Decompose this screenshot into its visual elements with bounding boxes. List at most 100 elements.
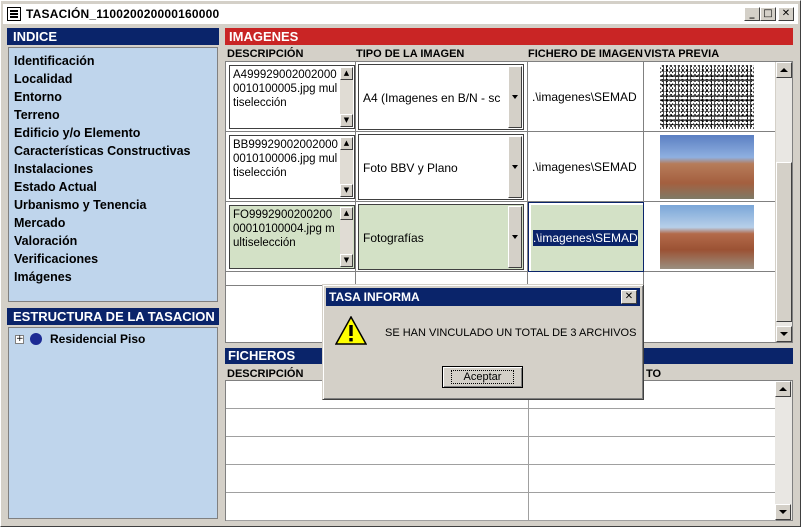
fichero-input[interactable]: .\imagenes\SEMAD bbox=[530, 64, 642, 130]
cell-fichero: .\imagenes\SEMAD bbox=[528, 62, 644, 132]
maximize-button[interactable]: □ bbox=[760, 7, 776, 21]
fichero-input[interactable]: .\imagenes\SEMAD bbox=[530, 134, 642, 200]
column-divider bbox=[528, 493, 529, 521]
indice-header: INDICE bbox=[7, 28, 219, 45]
cell-tipo: Foto BBV y Plano bbox=[356, 132, 528, 202]
col-descripcion: DESCRIPCIÓN bbox=[227, 368, 304, 380]
dialog-title-bar[interactable]: TASA INFORMA ✕ bbox=[326, 288, 640, 306]
aceptar-button[interactable]: Aceptar bbox=[442, 366, 523, 388]
scroll-down-icon[interactable]: ▼ bbox=[340, 254, 353, 267]
indice-item-imagenes[interactable]: Imágenes bbox=[9, 268, 217, 286]
textarea-scrollbar[interactable]: ▲ ▼ bbox=[340, 207, 353, 267]
column-divider bbox=[528, 409, 529, 437]
ficheros-grid bbox=[225, 380, 793, 521]
scroll-up-icon[interactable]: ▲ bbox=[340, 67, 353, 80]
cell-descripcion: BB999290020020000010100006.jpg multisele… bbox=[226, 132, 356, 202]
indice-item-verificaciones[interactable]: Verificaciones bbox=[9, 250, 217, 268]
cell-tipo: Fotografías bbox=[356, 202, 528, 272]
tipo-select[interactable]: Fotografías bbox=[358, 204, 524, 270]
fichero-value: .\imagenes\SEMAD bbox=[533, 230, 638, 246]
title-bar[interactable]: TASACIÓN_110020020000160000 _ □ ✕ bbox=[3, 4, 798, 24]
descripcion-textarea[interactable]: A4999290020020000010100005.jpg multisele… bbox=[229, 65, 355, 129]
col-fichero: FICHERO DE IMAGEN bbox=[528, 48, 643, 60]
tree-node-residencial[interactable]: + Residencial Piso bbox=[15, 332, 145, 346]
indice-item-estado-actual[interactable]: Estado Actual bbox=[9, 178, 217, 196]
indice-item-identificacion[interactable]: Identificación bbox=[9, 52, 217, 70]
col-vista-previa: VISTA PREVIA bbox=[644, 48, 720, 60]
scroll-down-icon[interactable]: ▼ bbox=[340, 114, 353, 127]
fichero-value: .\imagenes\SEMAD bbox=[532, 90, 637, 104]
scroll-up-icon[interactable] bbox=[775, 381, 791, 397]
tipo-select[interactable]: A4 (Imagenes en B/N - sc bbox=[358, 64, 524, 130]
col-tipo: TIPO DE LA IMAGEN bbox=[356, 48, 465, 60]
app-icon bbox=[7, 7, 21, 21]
fichero-value: .\imagenes\SEMAD bbox=[532, 160, 637, 174]
descripcion-textarea[interactable]: BB999290020020000010100006.jpg multisele… bbox=[229, 135, 355, 199]
indice-item-caracteristicas[interactable]: Características Constructivas bbox=[9, 142, 217, 160]
scroll-up-icon[interactable]: ▲ bbox=[340, 137, 353, 150]
fichero-input[interactable]: .\imagenes\SEMAD bbox=[531, 205, 643, 271]
warning-icon bbox=[335, 316, 367, 345]
table-row[interactable] bbox=[226, 493, 776, 521]
imagenes-scrollbar[interactable] bbox=[775, 62, 792, 342]
textarea-scrollbar[interactable]: ▲ ▼ bbox=[340, 137, 353, 197]
main-window: TASACIÓN_110020020000160000 _ □ ✕ INDICE… bbox=[0, 0, 801, 527]
image-preview[interactable] bbox=[660, 65, 754, 129]
column-divider bbox=[528, 465, 529, 493]
imagenes-column-headers: DESCRIPCIÓN TIPO DE LA IMAGEN FICHERO DE… bbox=[225, 47, 793, 61]
scroll-up-icon[interactable] bbox=[776, 62, 792, 78]
textarea-scrollbar[interactable]: ▲ ▼ bbox=[340, 67, 353, 127]
tipo-select[interactable]: Foto BBV y Plano bbox=[358, 134, 524, 200]
dialog-close-button[interactable]: ✕ bbox=[621, 290, 637, 304]
tree-node-label[interactable]: Residencial Piso bbox=[50, 332, 145, 346]
cell-tipo: A4 (Imagenes en B/N - sc bbox=[356, 62, 528, 132]
table-row[interactable]: A4999290020020000010100005.jpg multisele… bbox=[226, 62, 776, 132]
col-to: TO bbox=[646, 368, 662, 380]
cell-fichero: .\imagenes\SEMAD bbox=[528, 132, 644, 202]
window-controls: _ □ ✕ bbox=[744, 7, 794, 21]
cell-vista-previa bbox=[644, 132, 776, 202]
tree-expand-icon[interactable]: + bbox=[15, 334, 24, 344]
scrollbar-thumb[interactable] bbox=[776, 162, 792, 322]
indice-item-localidad[interactable]: Localidad bbox=[9, 70, 217, 88]
dialog-title: TASA INFORMA bbox=[329, 290, 420, 304]
dropdown-arrow-icon[interactable] bbox=[508, 66, 522, 128]
estructura-header: ESTRUCTURA DE LA TASACION bbox=[7, 308, 219, 325]
scroll-down-icon[interactable]: ▼ bbox=[340, 184, 353, 197]
indice-item-edificio[interactable]: Edificio y/o Elemento bbox=[9, 124, 217, 142]
minimize-button[interactable]: _ bbox=[744, 7, 760, 21]
dropdown-arrow-icon[interactable] bbox=[508, 206, 522, 268]
cell-fichero: .\imagenes\SEMAD bbox=[528, 202, 644, 272]
table-row[interactable] bbox=[226, 437, 776, 465]
ficheros-scrollbar[interactable] bbox=[775, 381, 792, 520]
dialog-message: SE HAN VINCULADO UN TOTAL DE 3 ARCHIVOS bbox=[385, 327, 637, 339]
cell-vista-previa bbox=[644, 62, 776, 132]
table-row[interactable] bbox=[226, 465, 776, 493]
indice-item-entorno[interactable]: Entorno bbox=[9, 88, 217, 106]
node-dot-icon bbox=[30, 333, 42, 345]
table-row[interactable] bbox=[226, 409, 776, 437]
indice-item-valoracion[interactable]: Valoración bbox=[9, 232, 217, 250]
image-preview[interactable] bbox=[660, 205, 754, 269]
scroll-up-icon[interactable]: ▲ bbox=[340, 207, 353, 220]
indice-item-mercado[interactable]: Mercado bbox=[9, 214, 217, 232]
window-title: TASACIÓN_110020020000160000 bbox=[26, 7, 220, 21]
cell-vista-previa bbox=[644, 202, 776, 272]
indice-item-instalaciones[interactable]: Instalaciones bbox=[9, 160, 217, 178]
tipo-value: Fotografías bbox=[363, 231, 424, 245]
table-row[interactable]: BB999290020020000010100006.jpg multisele… bbox=[226, 132, 776, 202]
indice-item-terreno[interactable]: Terreno bbox=[9, 106, 217, 124]
estructura-tree: + Residencial Piso bbox=[8, 327, 218, 519]
cell-descripcion: FO999290020020000010100004.jpg multisele… bbox=[226, 202, 356, 272]
aceptar-label: Aceptar bbox=[450, 370, 515, 384]
scroll-down-icon[interactable] bbox=[775, 504, 791, 520]
close-button[interactable]: ✕ bbox=[778, 7, 794, 21]
indice-item-urbanismo[interactable]: Urbanismo y Tenencia bbox=[9, 196, 217, 214]
descripcion-text: A4999290020020000010100005.jpg multisele… bbox=[233, 69, 338, 109]
scroll-down-icon[interactable] bbox=[776, 326, 792, 342]
table-row-selected[interactable]: FO999290020020000010100004.jpg multisele… bbox=[226, 202, 776, 272]
descripcion-text: FO999290020020000010100004.jpg multisele… bbox=[233, 209, 335, 249]
dropdown-arrow-icon[interactable] bbox=[508, 136, 522, 198]
image-preview[interactable] bbox=[660, 135, 754, 199]
descripcion-textarea[interactable]: FO999290020020000010100004.jpg multisele… bbox=[229, 205, 355, 269]
